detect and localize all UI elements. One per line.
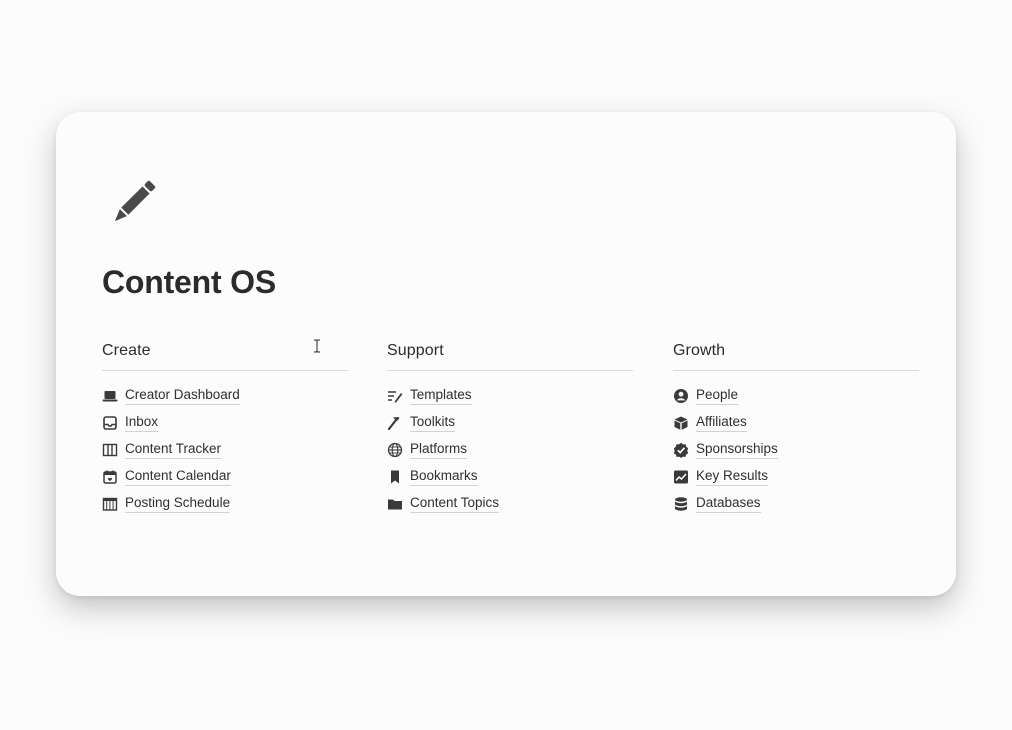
list-item[interactable]: Databases xyxy=(673,490,919,517)
hammer-icon xyxy=(387,415,403,431)
link-key-results[interactable]: Key Results xyxy=(696,468,769,486)
board-columns-icon xyxy=(102,442,118,458)
folder-icon xyxy=(387,496,403,512)
link-templates[interactable]: Templates xyxy=(410,387,472,405)
link-content-calendar[interactable]: Content Calendar xyxy=(125,468,231,486)
schedule-grid-icon xyxy=(102,496,118,512)
link-databases[interactable]: Databases xyxy=(696,495,761,513)
link-platforms[interactable]: Platforms xyxy=(410,441,468,459)
link-affiliates[interactable]: Affiliates xyxy=(696,414,747,432)
list-item[interactable]: Posting Schedule xyxy=(102,490,348,517)
calendar-icon xyxy=(102,469,118,485)
list-item[interactable]: Key Results xyxy=(673,463,919,490)
list-item[interactable]: Creator Dashboard xyxy=(102,382,348,409)
list-item[interactable]: Content Topics xyxy=(387,490,633,517)
verified-badge-icon xyxy=(673,442,689,458)
list-item[interactable]: Bookmarks xyxy=(387,463,633,490)
person-circle-icon xyxy=(673,388,689,404)
list-pen-icon xyxy=(387,388,403,404)
list-item[interactable]: People xyxy=(673,382,919,409)
list-item[interactable]: Content Tracker xyxy=(102,436,348,463)
column-heading[interactable]: Create xyxy=(102,342,348,371)
inbox-icon xyxy=(102,415,118,431)
column-create: Create Creator Dashboard Inbox Content T… xyxy=(102,342,348,517)
globe-icon xyxy=(387,442,403,458)
column-heading[interactable]: Growth xyxy=(673,342,919,371)
link-people[interactable]: People xyxy=(696,387,739,405)
list-item[interactable]: Affiliates xyxy=(673,409,919,436)
laptop-icon xyxy=(102,388,118,404)
link-bookmarks[interactable]: Bookmarks xyxy=(410,468,478,486)
link-content-tracker[interactable]: Content Tracker xyxy=(125,441,222,459)
list-item[interactable]: Platforms xyxy=(387,436,633,463)
list-item[interactable]: Templates xyxy=(387,382,633,409)
link-content-topics[interactable]: Content Topics xyxy=(410,495,500,513)
page-title[interactable]: Content OS xyxy=(102,264,276,301)
list-item[interactable]: Content Calendar xyxy=(102,463,348,490)
link-list: Templates Toolkits Platforms Bookmarks C… xyxy=(387,382,633,517)
bookmark-icon xyxy=(387,469,403,485)
database-icon xyxy=(673,496,689,512)
link-inbox[interactable]: Inbox xyxy=(125,414,159,432)
link-creator-dashboard[interactable]: Creator Dashboard xyxy=(125,387,240,405)
list-item[interactable]: Inbox xyxy=(102,409,348,436)
link-list: People Affiliates Sponsorships Key Resul… xyxy=(673,382,919,517)
page-card: Content OS Create Creator Dashboard Inbo… xyxy=(56,112,956,596)
link-posting-schedule[interactable]: Posting Schedule xyxy=(125,495,231,513)
link-sponsorships[interactable]: Sponsorships xyxy=(696,441,778,459)
link-toolkits[interactable]: Toolkits xyxy=(410,414,456,432)
chart-line-icon xyxy=(673,469,689,485)
column-support: Support Templates Toolkits Platforms Boo… xyxy=(387,342,633,517)
text-cursor-icon xyxy=(313,339,321,353)
list-item[interactable]: Sponsorships xyxy=(673,436,919,463)
list-item[interactable]: Toolkits xyxy=(387,409,633,436)
box-icon xyxy=(673,415,689,431)
column-growth: Growth People Affiliates Sponsorships Ke… xyxy=(673,342,919,517)
column-heading[interactable]: Support xyxy=(387,342,633,371)
link-list: Creator Dashboard Inbox Content Tracker … xyxy=(102,382,348,517)
pencil-icon[interactable] xyxy=(106,174,162,230)
